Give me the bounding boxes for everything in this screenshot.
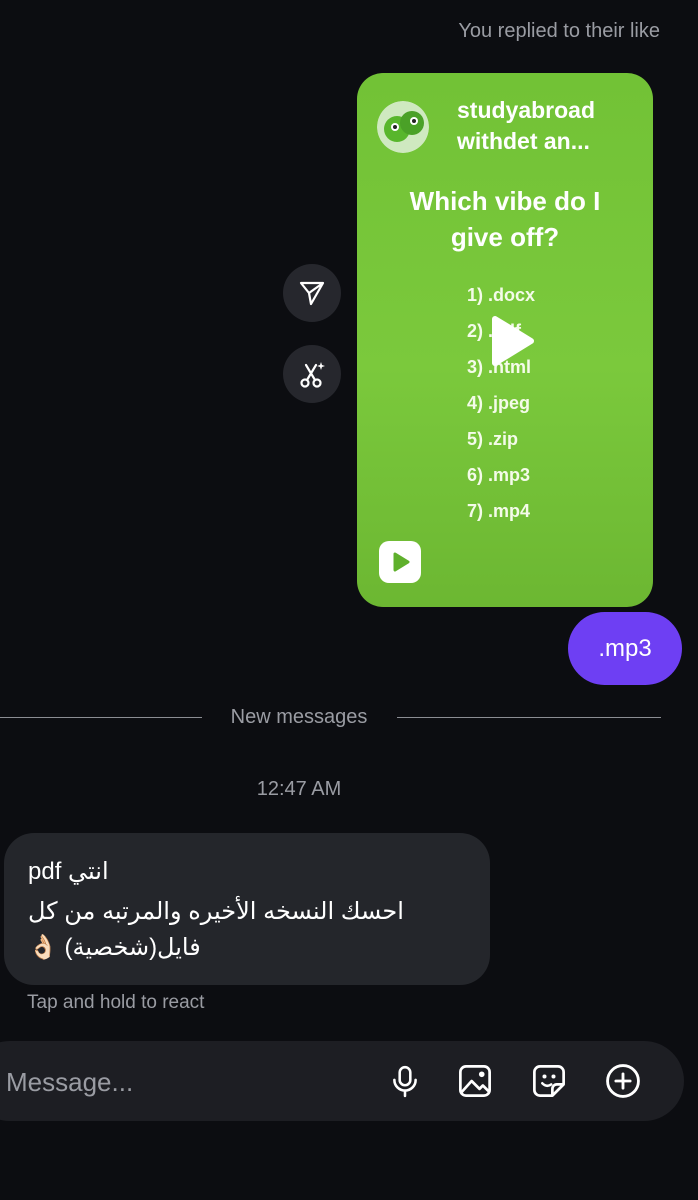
story-option: 5) .zip xyxy=(467,429,519,449)
story-question: Which vibe do I give off? xyxy=(409,186,601,252)
reply-note: You replied to their like xyxy=(458,20,660,42)
message-line: فايل(شخصية) 👌🏻 xyxy=(28,934,201,961)
outgoing-message-bubble[interactable]: .mp3 xyxy=(568,612,682,685)
sticker-icon[interactable] xyxy=(527,1059,571,1103)
shared-story-card[interactable]: studyabroad withdet an... Which vibe do … xyxy=(357,73,653,607)
message-composer xyxy=(0,1041,684,1121)
microphone-icon[interactable] xyxy=(383,1059,427,1103)
incoming-message-bubble[interactable]: انتي pdf احسك النسخه الأخيره والمرتبه من… xyxy=(4,833,490,985)
add-icon[interactable] xyxy=(601,1059,645,1103)
reel-badge-icon xyxy=(379,541,421,583)
ai-remix-button[interactable] xyxy=(283,345,341,403)
reaction-hint: Tap and hold to react xyxy=(27,992,205,1013)
message-timestamp: 12:47 AM xyxy=(256,778,342,800)
image-icon[interactable] xyxy=(453,1059,497,1103)
divider-line-right xyxy=(397,717,661,718)
send-icon xyxy=(299,281,325,306)
ai-remix-icon xyxy=(300,362,325,388)
message-line: انتي pdf xyxy=(28,858,109,885)
message-input[interactable] xyxy=(4,1059,328,1105)
play-icon[interactable] xyxy=(481,313,537,369)
story-author-avatar[interactable] xyxy=(377,101,429,153)
story-author-name[interactable]: studyabroad withdet an... xyxy=(457,95,637,157)
message-line: احسك النسخه الأخيره والمرتبه من كل xyxy=(28,898,404,925)
story-option: 4) .jpeg xyxy=(467,393,531,413)
story-option: 7) .mp4 xyxy=(467,501,531,521)
story-option: 6) .mp3 xyxy=(467,465,531,485)
forward-button[interactable] xyxy=(283,264,341,322)
